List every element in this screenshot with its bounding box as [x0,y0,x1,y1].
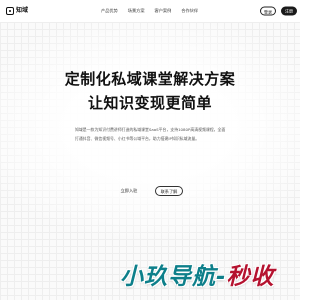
register-button[interactable]: 注册 [281,6,297,16]
login-button[interactable]: 登录 [260,6,276,16]
hero-title-line1: 定制化私域课堂解决方案 [64,70,236,88]
nav-item-solutions[interactable]: 场景方案 [128,7,145,15]
hero-glow [0,22,300,300]
main-nav: 产品优势 场景方案 客户案例 合作伙伴 [101,7,198,15]
brand-logo[interactable]: 知域 [6,6,28,16]
brand-name: 知域 [16,7,29,14]
hero-description: 知域是一款为知识付费讲师打造的私域课堂SaaS平台，支持1080P高清视频课程，… [75,127,226,141]
nav-item-cases[interactable]: 客户案例 [155,7,172,15]
box-logo-icon [6,7,14,15]
watermark-main-text: 小玖导航- [120,264,227,290]
nav-item-advantages[interactable]: 产品优势 [101,7,118,15]
hero-cta-group: 立即入驻 联系了解 [0,186,300,196]
hero-title-line2: 让知识变现更简单 [87,94,212,112]
top-navbar: 知域 产品优势 场景方案 客户案例 合作伙伴 登录 注册 [0,0,300,23]
watermark-accent-text: 秒收 [226,264,275,290]
contact-us-button[interactable]: 联系了解 [155,186,183,196]
nav-item-partners[interactable]: 合作伙伴 [181,7,198,15]
join-now-button[interactable]: 立即入驻 [117,186,141,196]
site-watermark: 小玖导航-秒收 [120,262,300,292]
